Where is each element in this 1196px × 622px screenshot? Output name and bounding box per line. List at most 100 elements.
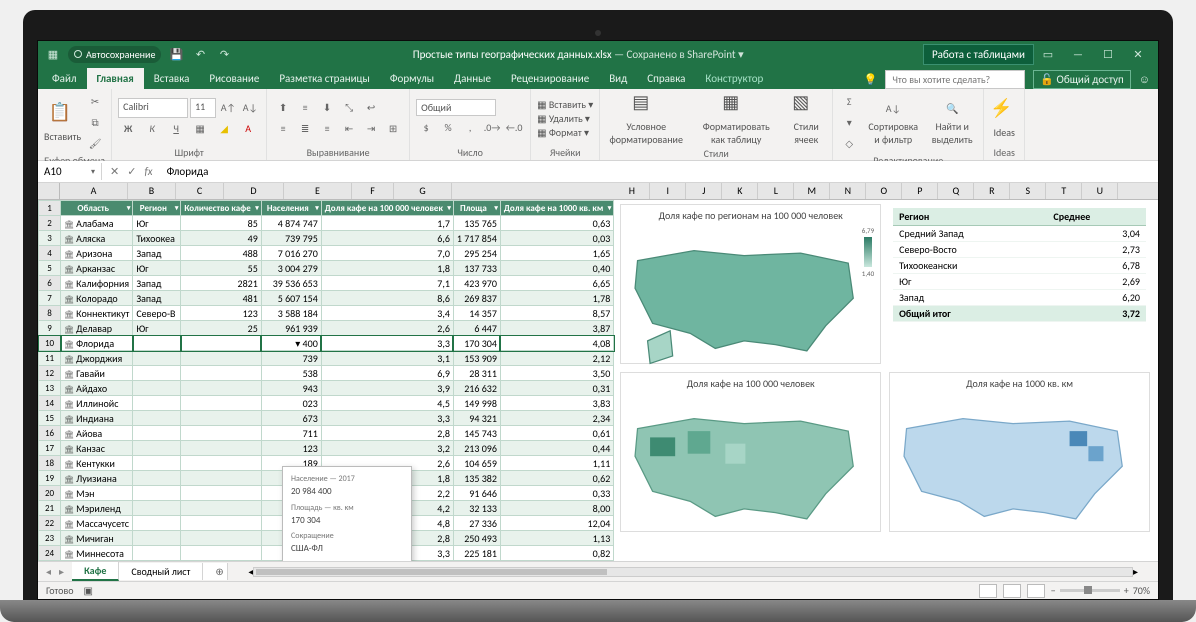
- orientation-icon[interactable]: ⤡: [339, 98, 359, 118]
- delete-cells-button[interactable]: ▦ Удалить ▾: [537, 112, 593, 125]
- column-headers[interactable]: ABCDEFG: [38, 183, 614, 200]
- table-row[interactable]: 8КоннектикутСеверо-В1233 588 1843,414 35…: [39, 306, 614, 321]
- formula-input[interactable]: Флорида: [161, 163, 1158, 180]
- view-layout-button[interactable]: [1003, 584, 1021, 598]
- fx-icon[interactable]: fx: [144, 165, 152, 178]
- underline-button[interactable]: Ч: [166, 119, 186, 139]
- border-button[interactable]: ▦: [190, 119, 210, 139]
- zoom-slider[interactable]: −+70%: [1051, 584, 1150, 597]
- redo-icon[interactable]: ↷: [215, 45, 233, 63]
- paste-icon[interactable]: 📋: [49, 101, 77, 129]
- contextual-tab-label[interactable]: Работа с таблицами: [923, 44, 1034, 65]
- sheet-tab-active[interactable]: Кафе: [72, 562, 119, 581]
- tab-home[interactable]: Главная: [87, 68, 144, 89]
- grow-font-icon[interactable]: A↑: [218, 98, 238, 118]
- sheet-nav-next[interactable]: ▸: [59, 565, 72, 578]
- pivot-table[interactable]: РегионСреднее Средний Запад3,04Северо-Во…: [889, 204, 1150, 364]
- accept-fx-icon[interactable]: ✓: [127, 165, 136, 178]
- align-right-icon[interactable]: ≡: [317, 119, 337, 139]
- pivot-row[interactable]: Юг2,69: [893, 274, 1146, 290]
- wrap-icon[interactable]: ↩: [361, 98, 381, 118]
- cancel-fx-icon[interactable]: ✕: [110, 165, 119, 178]
- chart-map-regions[interactable]: Доля кафе по регионам на 100 000 человек…: [620, 204, 881, 364]
- tab-help[interactable]: Справка: [637, 68, 695, 89]
- save-icon[interactable]: 💾: [167, 45, 185, 63]
- sort-icon[interactable]: A↓: [883, 99, 903, 119]
- tab-view[interactable]: Вид: [599, 68, 637, 89]
- autosum-icon[interactable]: Σ: [839, 91, 859, 111]
- pivot-row[interactable]: Запад6,20: [893, 290, 1146, 306]
- select-all-corner[interactable]: [38, 183, 60, 199]
- format-table-icon[interactable]: ▦: [722, 91, 750, 119]
- table-row[interactable]: 13Айдахо9433,9216 6320,31: [39, 381, 614, 396]
- italic-button[interactable]: К: [142, 119, 162, 139]
- ribbon-options-icon[interactable]: ▭: [1034, 45, 1062, 63]
- chart-map-per100k[interactable]: Доля кафе на 100 000 человек: [620, 372, 881, 532]
- table-row[interactable]: 15Индиана6733,394 3212,34: [39, 411, 614, 426]
- cut-icon[interactable]: ✂: [85, 91, 105, 111]
- font-color-button[interactable]: A: [238, 119, 258, 139]
- horizontal-scrollbar[interactable]: ◂▸: [228, 565, 1158, 578]
- percent-icon[interactable]: %: [438, 117, 458, 137]
- align-center-icon[interactable]: ≣: [295, 119, 315, 139]
- chart-map-per1000km[interactable]: Доля кафе на 1000 кв. км: [889, 372, 1150, 532]
- fill-icon[interactable]: ▾: [839, 112, 859, 132]
- pivot-row[interactable]: Северо-Восто2,73: [893, 242, 1146, 258]
- font-size-select[interactable]: 11: [190, 98, 216, 118]
- feedback-icon[interactable]: ☺: [1139, 73, 1150, 86]
- minimize-icon[interactable]: —: [1064, 45, 1092, 63]
- find-icon[interactable]: 🔍: [942, 99, 962, 119]
- macro-record-icon[interactable]: ▣: [84, 584, 93, 597]
- merge-icon[interactable]: ⊞: [383, 119, 403, 139]
- name-box[interactable]: A10▾: [38, 163, 102, 180]
- pivot-row[interactable]: Средний Запад3,04: [893, 226, 1146, 242]
- table-row[interactable]: 4АризонаЗапад4887 016 2707,0295 2541,65: [39, 246, 614, 261]
- cell-styles-icon[interactable]: ▧: [792, 91, 820, 119]
- tell-me-input[interactable]: Что вы хотите сделать?: [885, 70, 1025, 89]
- align-bot-icon[interactable]: ⬇: [317, 98, 337, 118]
- painter-icon[interactable]: 🖌: [85, 133, 105, 153]
- table-row[interactable]: 5АрканзасЮг553 004 2791,8137 7330,40: [39, 261, 614, 276]
- tab-draw[interactable]: Рисование: [199, 68, 269, 89]
- table-row[interactable]: 3АляскаТихоокеа49739 7956,61 717 8540,03: [39, 231, 614, 246]
- maximize-icon[interactable]: ☐: [1094, 45, 1122, 63]
- sheet-tab-other[interactable]: Сводный лист: [119, 563, 203, 580]
- bold-button[interactable]: Ж: [118, 119, 138, 139]
- undo-icon[interactable]: ↶: [191, 45, 209, 63]
- table-row[interactable]: 16Айова7112,8145 7430,61: [39, 426, 614, 441]
- copy-icon[interactable]: ⧉: [85, 112, 105, 132]
- tab-review[interactable]: Рецензирование: [501, 68, 599, 89]
- close-icon[interactable]: ✕: [1124, 45, 1152, 63]
- share-button[interactable]: 🔓 Общий доступ: [1033, 70, 1130, 89]
- table-row[interactable]: 10Флорида▾ 4003,3170 3044,08: [39, 336, 614, 351]
- table-row[interactable]: 9ДелаварЮг25961 9392,66 4473,87: [39, 321, 614, 336]
- number-format-select[interactable]: Общий: [416, 99, 496, 116]
- ideas-icon[interactable]: ⚡: [990, 97, 1018, 125]
- tab-file[interactable]: Файл: [42, 68, 87, 89]
- table-row[interactable]: 6КалифорнияЗапад282139 536 6537,1423 970…: [39, 276, 614, 291]
- currency-icon[interactable]: $: [416, 117, 436, 137]
- inc-decimal-icon[interactable]: .0→: [482, 117, 502, 137]
- align-top-icon[interactable]: ⬆: [273, 98, 293, 118]
- format-cells-button[interactable]: ▦ Формат ▾: [537, 126, 593, 139]
- view-normal-button[interactable]: [979, 584, 997, 598]
- column-headers-right[interactable]: HIJKLMNOPQRSTU: [614, 183, 1158, 200]
- sheet-nav-prev[interactable]: ◂: [38, 565, 59, 578]
- align-left-icon[interactable]: ≡: [273, 119, 293, 139]
- table-row[interactable]: 7КолорадоЗапад4815 607 1548,6269 8371,78: [39, 291, 614, 306]
- cond-format-icon[interactable]: ▤: [632, 91, 660, 119]
- dec-decimal-icon[interactable]: ←.0: [504, 117, 524, 137]
- table-row[interactable]: 12Гавайи5386,928 3113,50: [39, 366, 614, 381]
- indent-inc-icon[interactable]: ⇥: [361, 119, 381, 139]
- clear-icon[interactable]: ◇: [839, 133, 859, 153]
- table-row[interactable]: 2АлабамаЮг854 874 7471,7135 7650,63: [39, 216, 614, 231]
- pivot-row[interactable]: Тихоокеански6,78: [893, 258, 1146, 274]
- table-row[interactable]: 11Джорджия7393,1153 9092,12: [39, 351, 614, 366]
- tab-formulas[interactable]: Формулы: [380, 68, 444, 89]
- tab-design[interactable]: Конструктор: [695, 68, 773, 89]
- font-name-select[interactable]: Calibri: [118, 98, 188, 118]
- shrink-font-icon[interactable]: A↓: [240, 98, 260, 118]
- align-mid-icon[interactable]: ≡: [295, 98, 315, 118]
- tab-layout[interactable]: Разметка страницы: [269, 68, 380, 89]
- add-sheet-button[interactable]: ⊕: [203, 563, 228, 580]
